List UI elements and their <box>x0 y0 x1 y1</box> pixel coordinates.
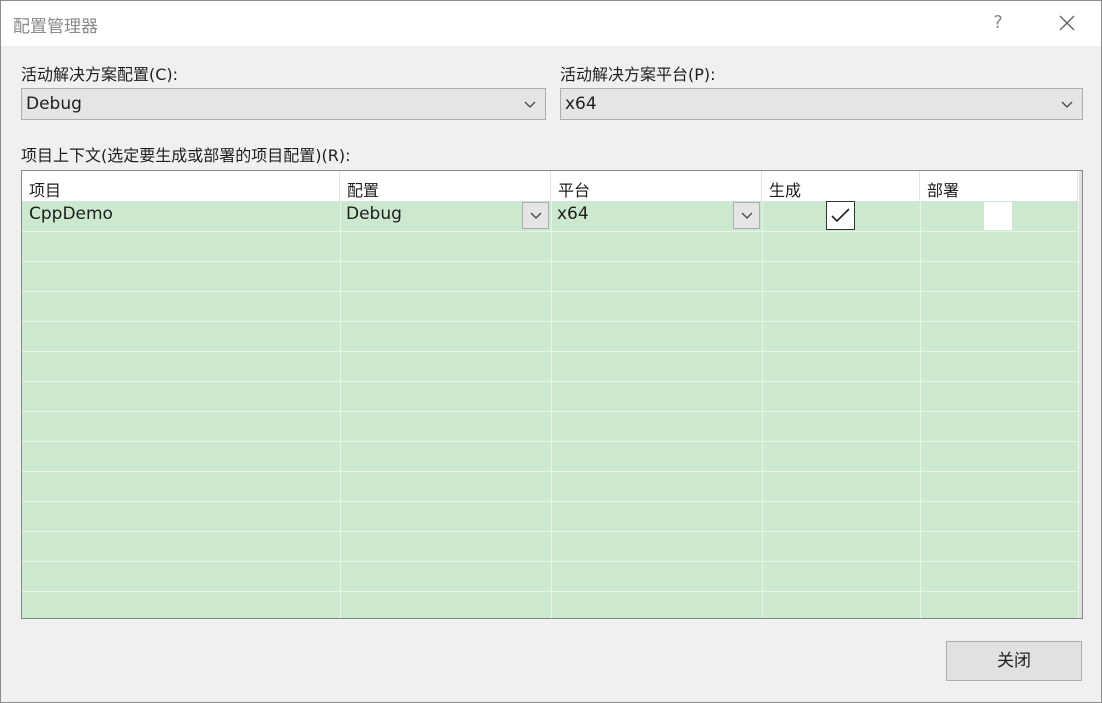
close-window-button[interactable] <box>1049 5 1085 41</box>
title-bar: 配置管理器 ? <box>1 1 1101 46</box>
row-divider <box>22 591 1082 592</box>
row-divider <box>22 561 1082 562</box>
column-header-project[interactable]: 项目 <box>22 171 340 201</box>
configuration-cell: Debug <box>346 204 402 224</box>
help-button[interactable]: ? <box>983 9 1013 37</box>
platform-cell-dropdown[interactable] <box>733 202 760 229</box>
configuration-manager-dialog: 配置管理器 ? 活动解决方案配置(C): Debug 活动解决方案平台(P): … <box>0 0 1102 703</box>
row-divider <box>22 351 1082 352</box>
column-header-deploy[interactable]: 部署 <box>920 171 1078 201</box>
row-divider <box>22 411 1082 412</box>
check-icon <box>831 208 850 223</box>
chevron-down-icon <box>524 101 536 108</box>
active-config-value: Debug <box>26 94 82 114</box>
close-icon <box>1059 15 1075 31</box>
chevron-down-icon <box>530 212 542 219</box>
row-divider <box>22 291 1082 292</box>
grid-scroll-edge <box>1079 171 1082 618</box>
row-divider <box>22 441 1082 442</box>
row-divider <box>22 261 1082 262</box>
build-checkbox[interactable] <box>826 201 855 230</box>
window-title: 配置管理器 <box>13 17 98 37</box>
row-divider <box>22 471 1082 472</box>
active-platform-dropdown[interactable]: x64 <box>560 88 1083 120</box>
active-platform-value: x64 <box>565 94 597 114</box>
grid-rows: CppDemo Debug x64 <box>22 201 1082 618</box>
column-header-platform[interactable]: 平台 <box>551 171 762 201</box>
help-icon: ? <box>993 12 1003 33</box>
row-divider <box>22 231 1082 232</box>
row-divider <box>22 531 1082 532</box>
project-name-cell: CppDemo <box>29 204 113 224</box>
row-divider <box>22 381 1082 382</box>
column-divider <box>340 201 341 618</box>
column-header-configuration[interactable]: 配置 <box>340 171 551 201</box>
row-divider <box>22 321 1082 322</box>
row-divider <box>22 501 1082 502</box>
grid-header: 项目 配置 平台 生成 部署 <box>22 171 1082 201</box>
deploy-checkbox[interactable] <box>984 202 1012 230</box>
active-config-dropdown[interactable]: Debug <box>21 88 546 120</box>
platform-cell: x64 <box>557 204 589 224</box>
column-divider <box>551 201 552 618</box>
chevron-down-icon <box>1061 101 1073 108</box>
column-header-build[interactable]: 生成 <box>762 171 920 201</box>
close-button[interactable]: 关闭 <box>946 641 1082 681</box>
configuration-cell-dropdown[interactable] <box>522 202 549 229</box>
project-contexts-grid[interactable]: 项目 配置 平台 生成 部署 CppDemo Debug x64 <box>21 170 1083 619</box>
project-contexts-label: 项目上下文(选定要生成或部署的项目配置)(R): <box>21 146 351 165</box>
column-divider <box>920 201 921 618</box>
column-divider <box>762 201 763 618</box>
chevron-down-icon <box>741 212 753 219</box>
active-config-label: 活动解决方案配置(C): <box>21 65 179 84</box>
active-platform-label: 活动解决方案平台(P): <box>560 65 716 84</box>
